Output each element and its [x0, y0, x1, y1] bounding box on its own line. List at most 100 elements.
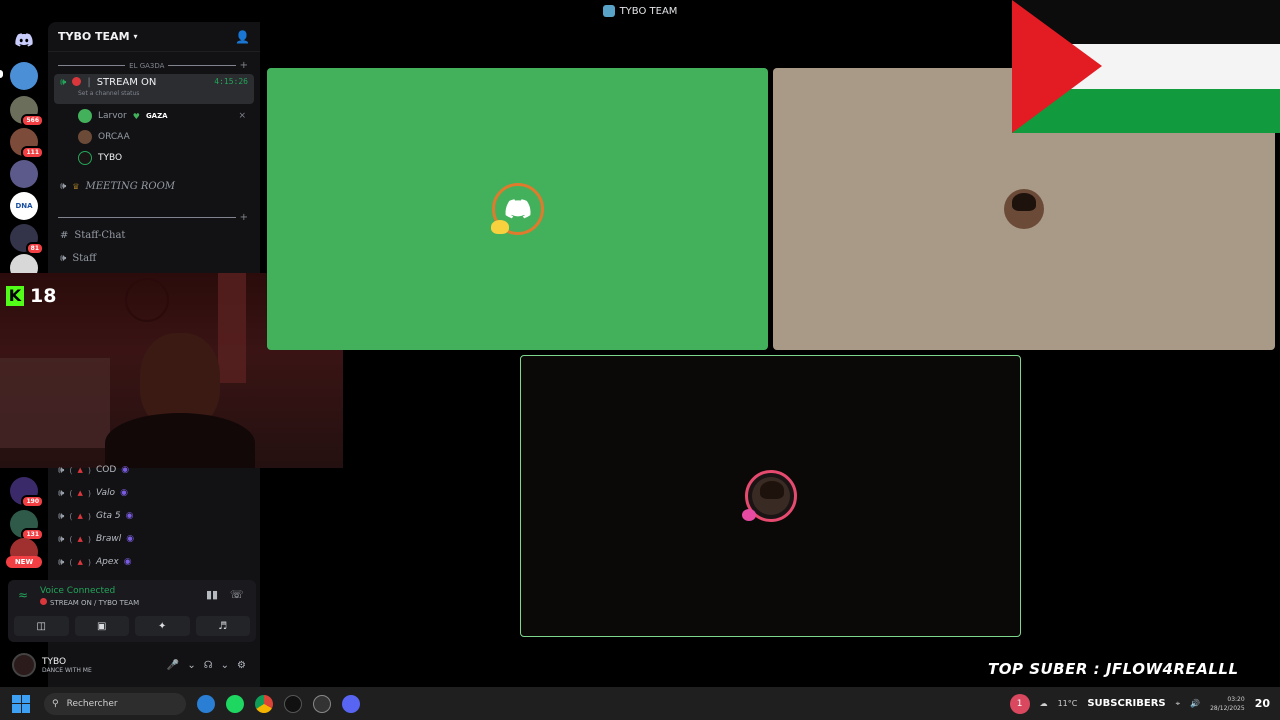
soundboard-button[interactable]: ♬ [195, 616, 250, 636]
app-root: TYBO TEAM 566 111 DNA 81 190 131 NEW TYB… [0, 0, 1280, 720]
channel-name: COD [95, 465, 117, 475]
clock-time: 03:20 [1227, 695, 1245, 703]
voice-channel-info[interactable]: STREAM ON / TYBO TEAM [40, 598, 139, 607]
triangle-icon: ▲ [77, 489, 83, 497]
channel-name: Brawl [95, 534, 122, 544]
noise-suppression-icon[interactable]: ▮▮ [206, 588, 218, 601]
weather-icon[interactable]: ☁ [1040, 699, 1048, 708]
speaker-icon: 🕪 [60, 252, 67, 264]
chevron-down-icon[interactable]: ⌄ [187, 660, 195, 671]
avatar [490, 183, 544, 235]
server-avatar[interactable]: 566 [10, 96, 44, 127]
mention-badge: 190 [21, 495, 44, 508]
channel-name: Staff [72, 252, 97, 264]
add-channel-icon[interactable]: + [240, 212, 248, 223]
voice-status[interactable]: Voice Connected [40, 586, 115, 596]
server-avatar[interactable]: 111 [10, 128, 44, 159]
voice-channel-staff[interactable]: 🕪 Staff [54, 247, 254, 269]
spotify-icon[interactable] [226, 694, 244, 713]
gear-icon[interactable]: ⚙ [237, 660, 246, 671]
channel-name: STREAM ON [96, 77, 157, 88]
chevron-down-icon: ▾ [133, 32, 138, 41]
voice-channel-stream[interactable]: 🕪 | STREAM ON 4:15:26 Set a channel stat… [54, 74, 254, 104]
speaker-icon: 🕪 [58, 464, 65, 476]
camera-off-button[interactable]: ◫ [14, 616, 69, 636]
avatar [78, 109, 92, 123]
voice-channel-meeting[interactable]: 🕪 ♕ MEETING ROOM [54, 175, 254, 197]
add-channel-icon[interactable]: + [240, 60, 248, 71]
participant-tile-speaking[interactable] [520, 355, 1021, 637]
clock[interactable]: 03:20 28/12/2025 [1210, 695, 1245, 713]
voice-channel-game[interactable]: 🕪 (▲) Gta 5 ◉ [58, 506, 248, 526]
voice-actions: ◫ ▣ ✦ ♬ [14, 616, 250, 636]
server-label: DNA [15, 202, 33, 210]
triangle-icon: ▲ [77, 535, 83, 543]
add-user-icon[interactable]: 👤 [235, 30, 250, 44]
speaker-icon: 🕪 [60, 180, 67, 192]
server-avatar[interactable] [10, 160, 38, 188]
category-header[interactable]: + [58, 212, 248, 223]
voice-member[interactable]: Larvor ♥ GAZA ⨯ [78, 106, 254, 126]
taskbar: ⚲ Rechercher 1 ☁ 11°C SUBSCRIBERS ⌖ 🔊 03… [0, 687, 1280, 720]
obs-icon[interactable] [313, 694, 331, 713]
voice-channel-game[interactable]: 🕪 (▲) COD ◉ [58, 460, 248, 480]
tiktok-icon[interactable] [284, 694, 302, 713]
disconnect-icon[interactable]: ☏ [230, 588, 244, 601]
headphones-icon[interactable]: ☊ [204, 660, 213, 671]
volume-icon[interactable]: 🔊 [1190, 699, 1200, 708]
search-placeholder: Rechercher [66, 698, 118, 709]
speaker-icon: 🕪 [58, 556, 65, 568]
user-panel: TYBO DANCE WITH ME 🎤 ⌄ ☊ ⌄ ⚙ [8, 648, 256, 682]
clock-date: 28/12/2025 [1210, 704, 1245, 712]
voice-channel-game[interactable]: 🕪 (▲) Apex ◉ [58, 552, 248, 572]
active-pill [0, 70, 3, 78]
voice-member[interactable]: TYBO [78, 148, 254, 168]
avatar [78, 151, 92, 165]
voice-channel-game[interactable]: 🕪 (▲) Brawl ◉ [58, 529, 248, 549]
activities-button[interactable]: ✦ [135, 616, 190, 636]
gamepad-icon: ◉ [120, 488, 128, 498]
mention-badge: 81 [25, 242, 44, 255]
participant-tile[interactable] [267, 68, 768, 350]
notification-badge[interactable]: 1 [1009, 693, 1030, 714]
server-avatar[interactable]: 131 [10, 510, 44, 541]
edge-icon[interactable] [197, 694, 215, 713]
search-input[interactable]: ⚲ Rechercher [44, 692, 186, 715]
voice-channel-game[interactable]: 🕪 (▲) Valo ◉ [58, 483, 248, 503]
clock-overlay-number: 20 [1254, 697, 1270, 710]
channel-status-hint[interactable]: Set a channel status [78, 90, 139, 97]
top-suber-banner: TOP SUBER : JFLOW4REALLL [988, 660, 1239, 678]
discord-home-icon[interactable] [10, 26, 38, 54]
server-avatar[interactable]: 81 [10, 224, 44, 255]
voice-member[interactable]: ORCAA [78, 127, 254, 147]
discord-icon[interactable] [342, 694, 360, 713]
triangle-icon: ▲ [77, 466, 83, 474]
voice-channel-name: STREAM ON / TYBO TEAM [50, 599, 140, 607]
category-label: EL GA3DA [129, 61, 165, 70]
server-avatar[interactable] [10, 62, 38, 90]
kick-logo: K [6, 286, 24, 306]
text-channel-staff-chat[interactable]: # Staff-Chat [54, 224, 254, 246]
viewer-count: 18 [30, 285, 57, 307]
network-icon[interactable]: ⌖ [1176, 699, 1181, 709]
avatar[interactable] [12, 653, 36, 677]
category-header[interactable]: EL GA3DA + [58, 60, 248, 71]
kick-viewer-count: K 18 [6, 285, 56, 307]
screen-share-button[interactable]: ▣ [74, 616, 129, 636]
chrome-icon[interactable] [255, 694, 273, 713]
subscribers-label: SUBSCRIBERS [1087, 698, 1166, 709]
channel-name: Staff-Chat [74, 229, 126, 241]
server-icon [602, 5, 615, 17]
system-tray: 1 ☁ 11°C SUBSCRIBERS ⌖ 🔊 03:20 28/12/202… [1009, 687, 1280, 720]
server-header[interactable]: TYBO TEAM ▾ 👤 [48, 22, 260, 52]
palestine-flag-overlay [1012, 0, 1280, 133]
server-avatar[interactable]: 190 [10, 477, 44, 508]
windows-start-icon[interactable] [12, 694, 30, 713]
crown-icon: ♕ [72, 181, 80, 191]
mic-icon[interactable]: 🎤 [167, 660, 179, 671]
member-name: TYBO [98, 153, 123, 163]
chevron-down-icon[interactable]: ⌄ [221, 660, 229, 671]
server-avatar[interactable]: DNA [10, 192, 38, 220]
heart-icon: ♥ [132, 111, 140, 121]
channel-name: MEETING ROOM [85, 180, 176, 192]
